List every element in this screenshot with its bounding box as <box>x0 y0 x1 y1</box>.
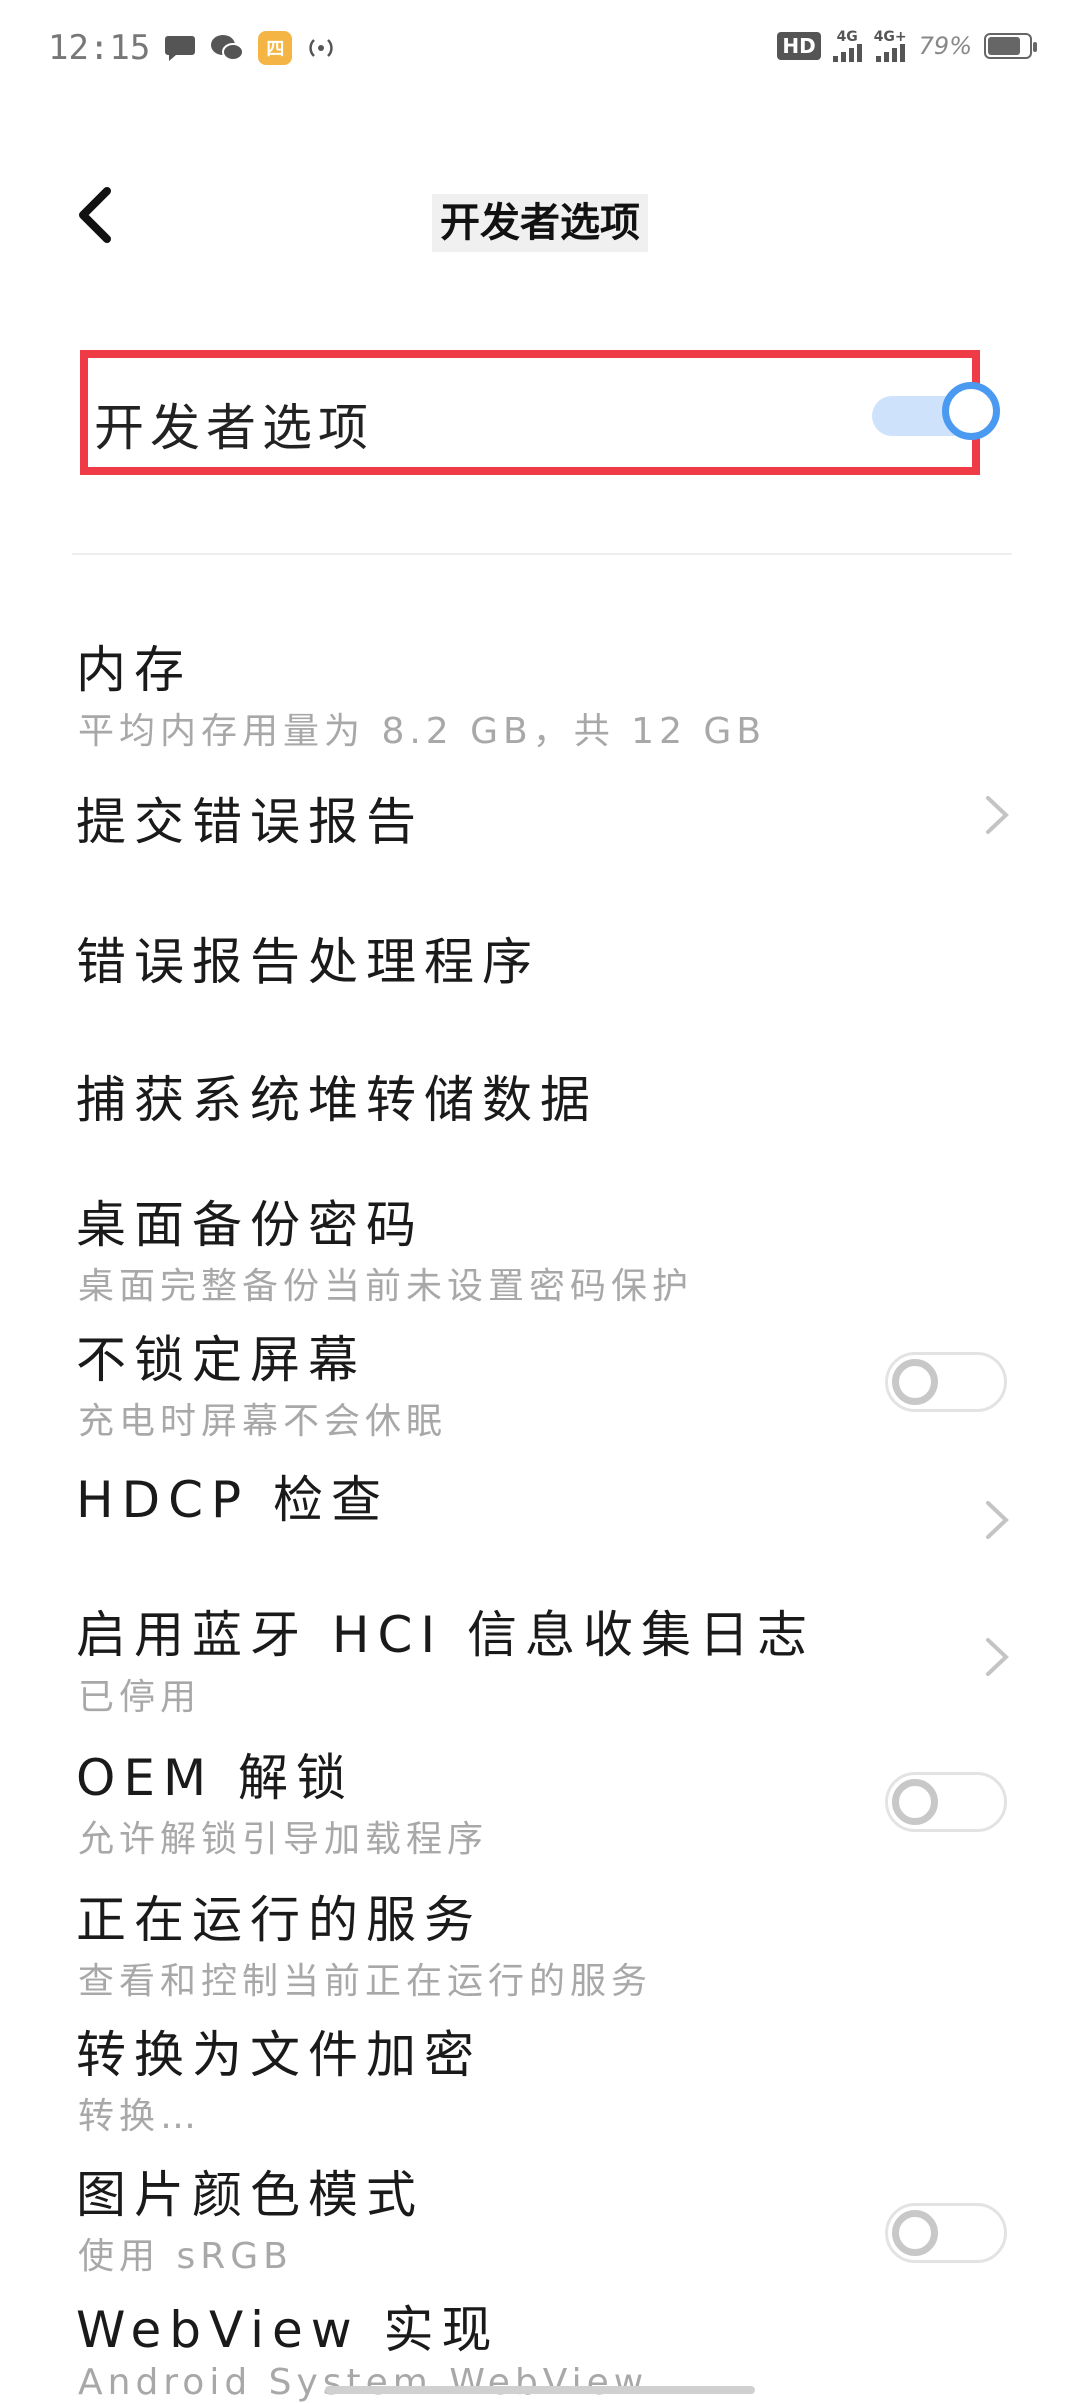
setting-item-bluetooth-hci-log[interactable]: 启用蓝牙 HCI 信息收集日志 已停用 <box>0 1580 1080 1720</box>
setting-item-hdcp-check[interactable]: HDCP 检查 <box>0 1450 1080 1580</box>
chevron-right-icon <box>986 796 1009 834</box>
setting-title: WebView 实现 <box>76 2301 500 2359</box>
chevron-right-icon <box>986 1501 1009 1539</box>
setting-title: 不锁定屏幕 <box>76 1331 366 1389</box>
status-bar-left: 12:15 四 <box>48 28 336 68</box>
battery-level-fill <box>988 37 1020 55</box>
setting-item-memory[interactable]: 内存 平均内存用量为 8.2 GB，共 12 GB <box>0 620 1080 752</box>
setting-title: 提交错误报告 <box>76 793 424 851</box>
picture-color-mode-toggle[interactable] <box>885 2203 1007 2263</box>
setting-summary: 平均内存用量为 8.2 GB，共 12 GB <box>78 711 767 752</box>
wechat-icon <box>210 33 245 63</box>
setting-title: 错误报告处理程序 <box>76 933 540 991</box>
setting-title: 捕获系统堆转储数据 <box>76 1071 598 1129</box>
setting-item-bug-report-handler[interactable]: 错误报告处理程序 <box>0 900 1080 1010</box>
setting-title: HDCP 检查 <box>76 1471 390 1529</box>
nfc-icon <box>306 34 336 62</box>
setting-summary: 允许解锁引导加载程序 <box>78 1819 489 1860</box>
setting-title: 转换为文件加密 <box>76 2026 482 2084</box>
setting-item-running-services[interactable]: 正在运行的服务 查看和控制当前正在运行的服务 <box>0 1875 1080 2005</box>
setting-item-stay-awake[interactable]: 不锁定屏幕 充电时屏幕不会休眠 <box>0 1310 1080 1442</box>
setting-item-desktop-backup-password[interactable]: 桌面备份密码 桌面完整备份当前未设置密码保护 <box>0 1175 1080 1307</box>
setting-title: 内存 <box>76 641 192 699</box>
setting-summary: 桌面完整备份当前未设置密码保护 <box>78 1266 694 1307</box>
battery-icon <box>984 33 1037 59</box>
setting-summary: 查看和控制当前正在运行的服务 <box>78 1961 653 2002</box>
chevron-right-icon <box>986 1638 1009 1676</box>
toggle-knob <box>942 382 1000 440</box>
developer-options-master-row[interactable]: 开发者选项 <box>80 350 1000 475</box>
status-bar: 12:15 四 HD 4G 4G+ 79% <box>0 0 1080 100</box>
setting-title: 正在运行的服务 <box>76 1891 482 1949</box>
page-title: 开发者选项 <box>0 190 1080 252</box>
setting-title: 启用蓝牙 HCI 信息收集日志 <box>76 1606 816 1664</box>
battery-percentage: 79% <box>918 32 972 60</box>
developer-options-master-toggle[interactable] <box>872 382 1000 446</box>
setting-title: OEM 解锁 <box>76 1749 354 1807</box>
toggle-knob <box>892 1779 938 1825</box>
app-header: 开发者选项 <box>0 160 1080 270</box>
signal-strength-icon: 4G+ <box>874 30 907 62</box>
developer-options-master-label: 开发者选项 <box>94 399 374 457</box>
signal-strength-icon: 4G <box>832 29 862 62</box>
setting-item-webview-implementation[interactable]: WebView 实现 Android System WebView <box>0 2285 1080 2403</box>
setting-item-convert-file-encryption[interactable]: 转换为文件加密 转换… <box>0 2010 1080 2140</box>
status-bar-right: HD 4G 4G+ 79% <box>777 29 1037 62</box>
status-time: 12:15 <box>48 28 151 68</box>
app-badge-icon: 四 <box>258 31 293 65</box>
toggle-knob <box>892 2210 938 2256</box>
section-divider <box>72 553 1012 555</box>
signal-network-label: 4G+ <box>873 29 907 45</box>
page-title-text: 开发者选项 <box>432 194 648 252</box>
setting-summary: 已停用 <box>78 1677 202 1718</box>
setting-title: 桌面备份密码 <box>76 1196 424 1254</box>
setting-title: 图片颜色模式 <box>76 2166 424 2224</box>
oem-unlock-toggle[interactable] <box>885 1772 1007 1832</box>
home-indicator[interactable] <box>325 2386 755 2394</box>
toggle-knob <box>892 1359 938 1405</box>
setting-summary: 充电时屏幕不会休眠 <box>78 1401 448 1442</box>
setting-summary: 转换… <box>78 2096 202 2137</box>
setting-item-capture-heap-dump[interactable]: 捕获系统堆转储数据 <box>0 1040 1080 1150</box>
setting-item-submit-bug-report[interactable]: 提交错误报告 <box>0 760 1080 870</box>
setting-item-oem-unlock[interactable]: OEM 解锁 允许解锁引导加载程序 <box>0 1740 1080 1870</box>
stay-awake-toggle[interactable] <box>885 1352 1007 1412</box>
setting-summary: 使用 sRGB <box>78 2236 293 2277</box>
signal-network-label: 4G <box>836 29 858 45</box>
setting-item-picture-color-mode[interactable]: 图片颜色模式 使用 sRGB <box>0 2150 1080 2280</box>
setting-summary: Android System WebView <box>78 2362 649 2403</box>
hd-voice-icon: HD <box>777 32 821 60</box>
chat-bubble-icon <box>164 33 196 63</box>
